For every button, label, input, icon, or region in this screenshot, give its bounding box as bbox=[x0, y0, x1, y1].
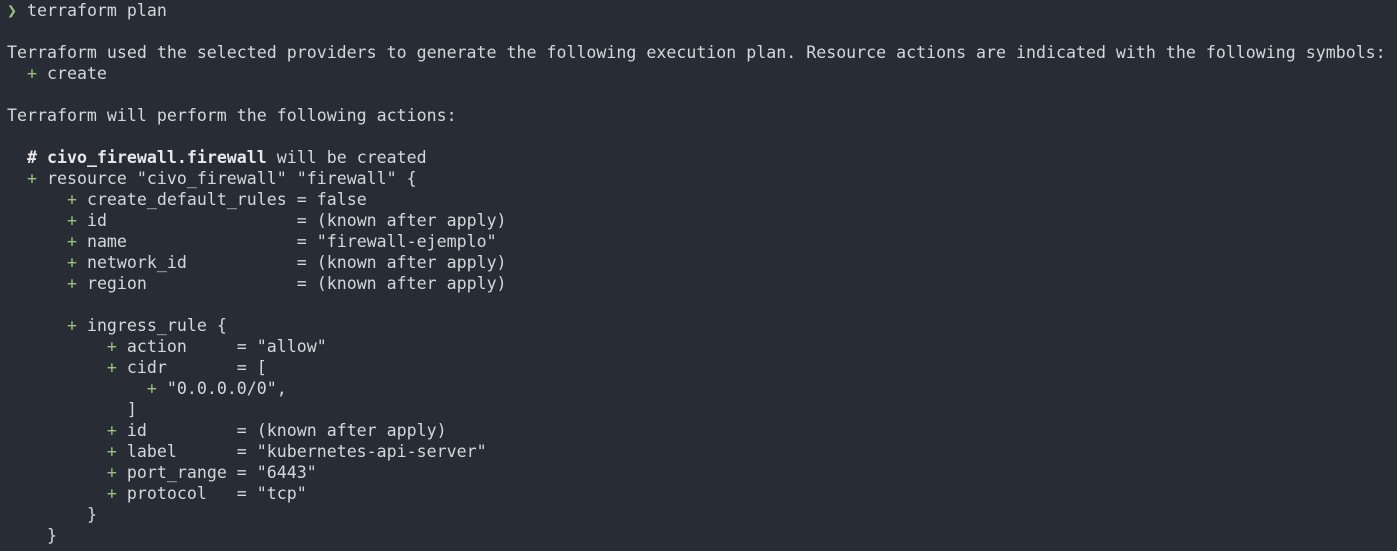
attr-line-region: + region = (known after apply) bbox=[7, 273, 1397, 294]
plus-symbol: + bbox=[106, 358, 117, 377]
attr-region: region = (known after apply) bbox=[86, 274, 507, 293]
plus-symbol: + bbox=[26, 64, 37, 83]
resource-declaration: resource "civo_firewall" "firewall" { bbox=[46, 169, 417, 188]
ingress-action: action = "allow" bbox=[126, 337, 327, 356]
plus-symbol: + bbox=[106, 463, 117, 482]
command-line: ❯ terraform plan bbox=[7, 0, 1397, 21]
plus-symbol: + bbox=[106, 442, 117, 461]
ingress-line-label: + label = "kubernetes-api-server" bbox=[7, 441, 1397, 462]
comment-rest: will be created bbox=[276, 148, 427, 167]
ingress-protocol: protocol = "tcp" bbox=[126, 484, 307, 503]
plus-symbol: + bbox=[66, 274, 77, 293]
ingress-cidr-close: ] bbox=[126, 400, 137, 419]
ingress-line-protocol: + protocol = "tcp" bbox=[7, 483, 1397, 504]
plus-symbol: + bbox=[106, 421, 117, 440]
ingress-rule-close: } bbox=[86, 505, 97, 524]
ingress-id: id = (known after apply) bbox=[126, 421, 447, 440]
will-perform-text: Terraform will perform the following act… bbox=[7, 106, 457, 125]
attr-line-name: + name = "firewall-ejemplo" bbox=[7, 231, 1397, 252]
ingress-rule-open: ingress_rule { bbox=[86, 316, 227, 335]
symbol-legend-line: + create bbox=[7, 63, 1397, 84]
symbol-create-label: create bbox=[46, 64, 107, 83]
command-text: terraform plan bbox=[27, 1, 167, 20]
ingress-line-cidr-close: ] bbox=[7, 399, 1397, 420]
plus-symbol: + bbox=[146, 379, 157, 398]
ingress-line-action: + action = "allow" bbox=[7, 336, 1397, 357]
resource-comment-line: # civo_firewall.firewall will be created bbox=[7, 147, 1397, 168]
resource-close: } bbox=[46, 526, 57, 545]
attr-id: id = (known after apply) bbox=[86, 211, 507, 230]
attr-network-id: network_id = (known after apply) bbox=[86, 253, 507, 272]
resource-address: civo_firewall.firewall bbox=[46, 148, 267, 167]
ingress-label: label = "kubernetes-api-server" bbox=[126, 442, 487, 461]
ingress-line-cidr: + cidr = [ bbox=[7, 357, 1397, 378]
ingress-cidr-open: cidr = [ bbox=[126, 358, 267, 377]
plan-intro-text: Terraform used the selected providers to… bbox=[7, 42, 1397, 63]
ingress-line-cidr-value: + "0.0.0.0/0", bbox=[7, 378, 1397, 399]
attr-line-id: + id = (known after apply) bbox=[7, 210, 1397, 231]
ingress-line-port-range: + port_range = "6443" bbox=[7, 462, 1397, 483]
ingress-line-id: + id = (known after apply) bbox=[7, 420, 1397, 441]
intro-text: Terraform used the selected providers to… bbox=[7, 43, 1386, 62]
attr-line-network-id: + network_id = (known after apply) bbox=[7, 252, 1397, 273]
will-perform-line: Terraform will perform the following act… bbox=[7, 105, 1397, 126]
plus-symbol: + bbox=[106, 337, 117, 356]
resource-close-line: } bbox=[7, 525, 1397, 546]
ingress-port-range: port_range = "6443" bbox=[126, 463, 317, 482]
terminal-window[interactable]: ❯ terraform plan Terraform used the sele… bbox=[0, 0, 1397, 551]
prompt-chevron-icon: ❯ bbox=[7, 1, 17, 20]
plus-symbol: + bbox=[66, 211, 77, 230]
ingress-cidr-value: "0.0.0.0/0", bbox=[166, 379, 287, 398]
resource-declaration-line: + resource "civo_firewall" "firewall" { bbox=[7, 168, 1397, 189]
attr-line-create-default-rules: + create_default_rules = false bbox=[7, 189, 1397, 210]
plus-symbol: + bbox=[66, 253, 77, 272]
attr-name: name = "firewall-ejemplo" bbox=[86, 232, 497, 251]
plus-symbol: + bbox=[66, 232, 77, 251]
ingress-rule-close-line: } bbox=[7, 504, 1397, 525]
attr-create-default-rules: create_default_rules = false bbox=[86, 190, 367, 209]
ingress-rule-open-line: + ingress_rule { bbox=[7, 315, 1397, 336]
plus-symbol: + bbox=[66, 190, 77, 209]
plus-symbol: + bbox=[106, 484, 117, 503]
plus-symbol: + bbox=[66, 316, 77, 335]
comment-hash: # bbox=[26, 148, 37, 167]
plus-symbol: + bbox=[26, 169, 37, 188]
